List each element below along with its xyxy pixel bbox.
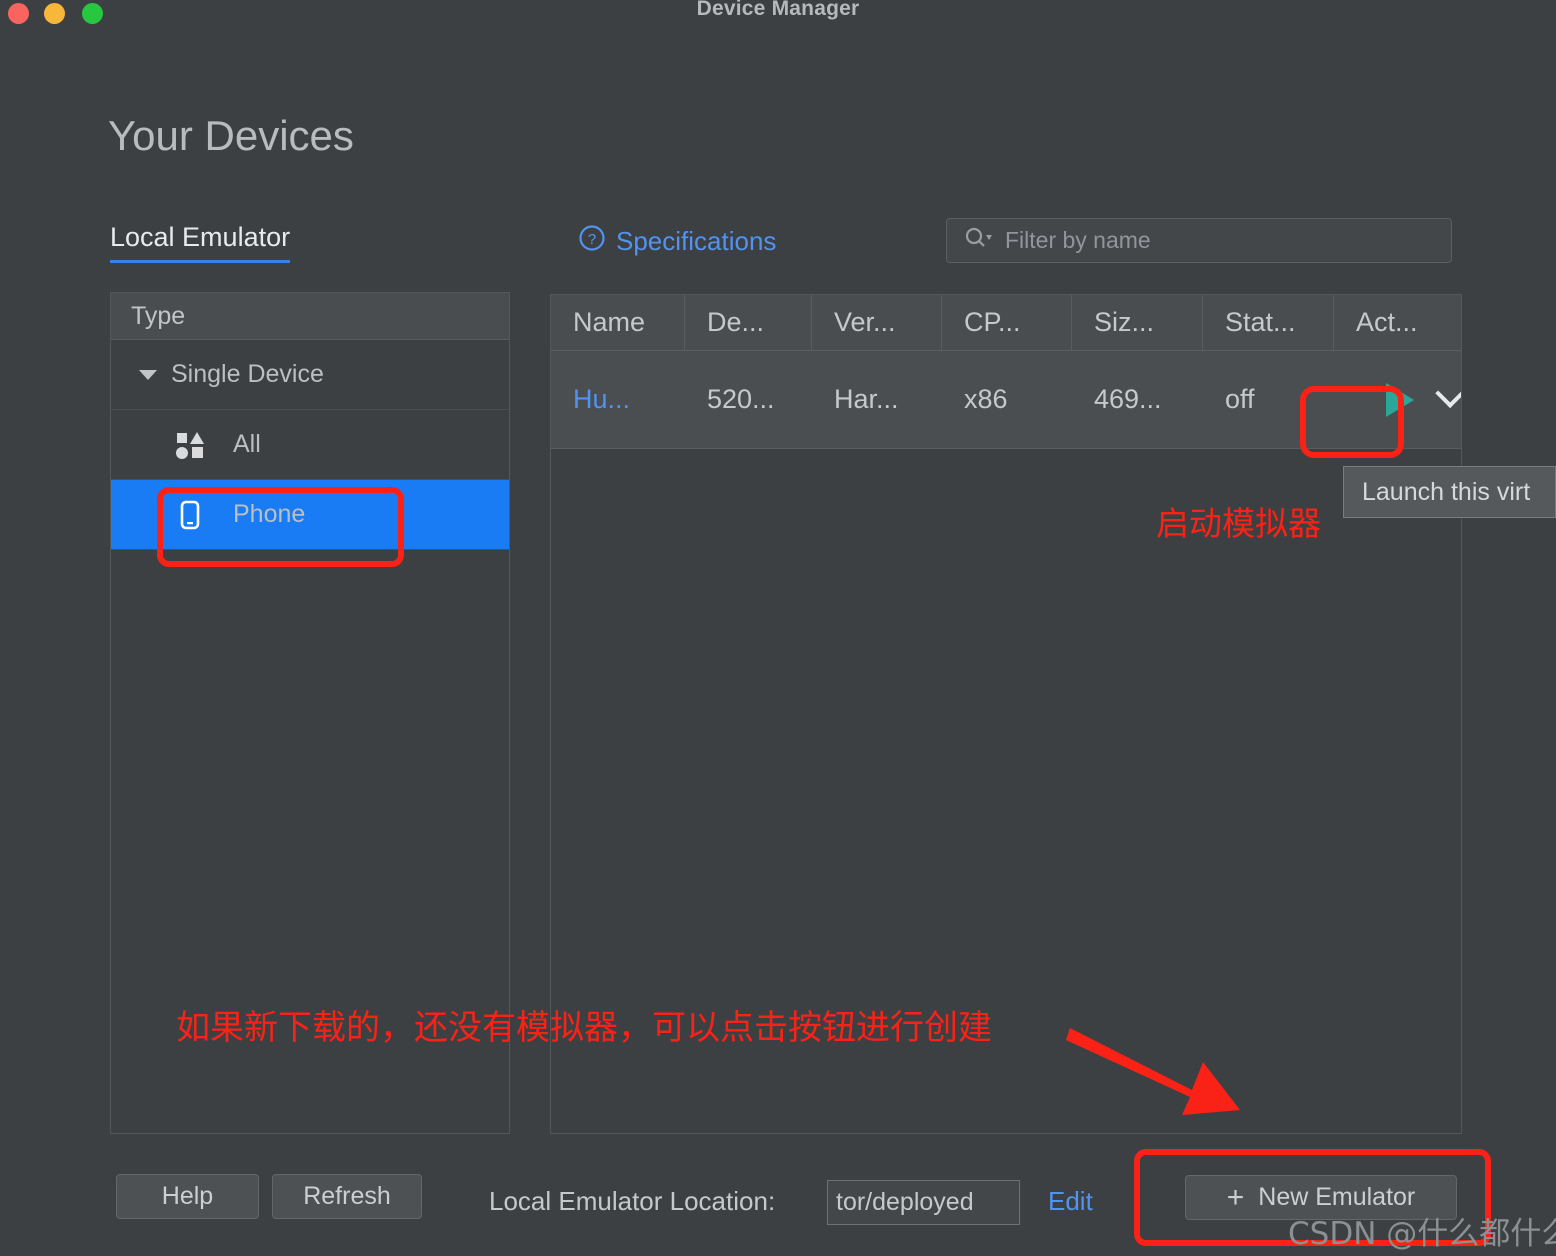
column-header-version[interactable]: Ver...: [812, 295, 942, 350]
cell-version: Har...: [834, 384, 899, 414]
table-row[interactable]: Hu... 520... Har... x86 469... off: [551, 351, 1461, 449]
annotation-create-text: 如果新下载的，还没有模拟器，可以点击按钮进行创建: [176, 1008, 992, 1048]
window-title: Device Manager: [696, 0, 860, 20]
annotation-launch-text: 启动模拟器: [1156, 504, 1321, 543]
tree-item-label: Single Device: [171, 360, 324, 388]
column-header-size[interactable]: Siz...: [1072, 295, 1203, 350]
tree-item-label: Phone: [233, 500, 306, 528]
svg-text:?: ?: [588, 231, 596, 248]
question-circle-icon: ?: [578, 224, 606, 259]
plus-icon: +: [1226, 1180, 1245, 1214]
watermark: CSDN @什么都什么: [1288, 1216, 1556, 1252]
shapes-icon: [173, 428, 207, 462]
column-header-status[interactable]: Stat...: [1203, 295, 1334, 350]
column-header-actions[interactable]: Act...: [1334, 295, 1461, 350]
tree-item-label: All: [233, 430, 261, 458]
search-icon: [963, 226, 993, 255]
tree-column-header: Type: [111, 293, 509, 340]
window-titlebar: Device Manager: [0, 0, 1556, 30]
help-button[interactable]: Help: [116, 1174, 259, 1219]
location-field[interactable]: tor/deployed: [827, 1180, 1020, 1225]
filter-search-box[interactable]: Filter by name: [946, 218, 1452, 263]
phone-icon: [173, 498, 207, 532]
column-header-name[interactable]: Name: [551, 295, 685, 350]
tree-item-all[interactable]: All: [111, 410, 509, 480]
device-manager-window: Device Manager Your Devices Local Emulat…: [0, 0, 1556, 1256]
cell-device: 520...: [707, 384, 775, 414]
tree-item-single-device[interactable]: Single Device: [111, 340, 509, 410]
refresh-button[interactable]: Refresh: [272, 1174, 422, 1219]
cell-size: 469...: [1094, 384, 1162, 414]
location-label: Local Emulator Location:: [489, 1186, 776, 1216]
chevron-down-icon[interactable]: [1435, 377, 1461, 408]
cell-cpu: x86: [964, 384, 1008, 414]
specifications-label: Specifications: [616, 226, 777, 256]
tab-local-emulator[interactable]: Local Emulator: [110, 222, 291, 263]
cell-name[interactable]: Hu...: [551, 351, 685, 448]
search-input[interactable]: Filter by name: [1005, 227, 1151, 254]
page-title: Your Devices: [108, 112, 354, 159]
red-arrow-icon: [1066, 1028, 1240, 1115]
caret-down-icon[interactable]: [139, 369, 157, 380]
play-icon[interactable]: [1386, 382, 1414, 417]
specifications-link[interactable]: ? Specifications: [578, 224, 776, 259]
tree-item-phone[interactable]: Phone: [111, 480, 509, 550]
cell-actions: [1334, 351, 1461, 448]
column-header-cpu[interactable]: CP...: [942, 295, 1072, 350]
table-header-row: Name De... Ver... CP... Siz... Stat... A…: [551, 295, 1461, 351]
edit-link[interactable]: Edit: [1048, 1186, 1093, 1217]
cell-status: off: [1225, 384, 1255, 414]
column-header-device[interactable]: De...: [685, 295, 812, 350]
launch-tooltip: Launch this virt: [1343, 466, 1556, 518]
